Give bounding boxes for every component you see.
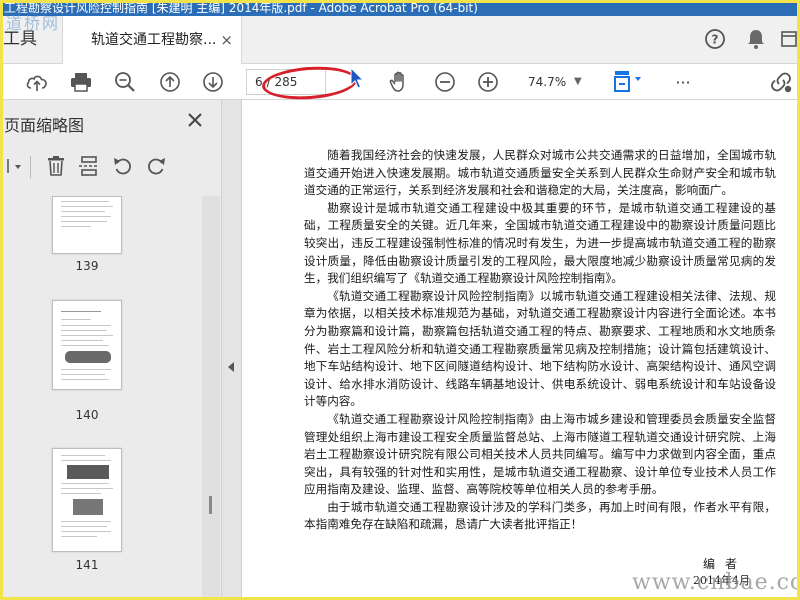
sidebar-toolbar bbox=[0, 150, 222, 184]
paragraph: 勘察设计是城市轨道交通工程建设中极其重要的环节，是城市轨道交通工程建设的基础，工… bbox=[304, 200, 776, 286]
page-thumbnail[interactable] bbox=[52, 448, 122, 552]
sidebar-title: 页面缩略图 bbox=[4, 116, 85, 135]
paragraph: 《轨道交通工程勘察设计风险控制指南》由上海市城乡建设和管理委员会质量安全监督管理… bbox=[304, 411, 776, 497]
next-page-icon[interactable] bbox=[200, 69, 226, 95]
zoom-search-icon[interactable] bbox=[112, 69, 138, 95]
watermark-bottom: www.cnbae.com bbox=[632, 570, 800, 595]
window-title-bar: 工程勘察设计风险控制指南 [朱建明 主编] 2014年版.pdf - Adobe… bbox=[0, 0, 800, 16]
zoom-out-icon[interactable] bbox=[432, 69, 458, 95]
sidebar-scrollbar[interactable] bbox=[202, 196, 220, 600]
sidebar-header: 页面缩略图 bbox=[0, 100, 222, 146]
options-chevron-down-icon[interactable] bbox=[4, 154, 28, 178]
share-link-icon[interactable] bbox=[768, 69, 794, 95]
paragraph: 由于城市轨道交通工程勘察设计涉及的学科门类多，再加上时间有限，作者水平有限，本指… bbox=[304, 499, 776, 532]
page-display-icon[interactable] bbox=[610, 69, 646, 95]
paragraph: 《轨道交通工程勘察设计风险控制指南》以城市轨道交通工程建设相关法律、法规、规章为… bbox=[304, 288, 776, 409]
upload-cloud-icon[interactable] bbox=[24, 69, 50, 95]
svg-text:?: ? bbox=[712, 33, 719, 47]
document-body: 随着我国经济社会的快速发展，人民群众对城市公共交通需求的日益增加，全国城市轨道交… bbox=[304, 147, 776, 534]
page-thumbnail[interactable] bbox=[52, 196, 122, 254]
thumbnail-label: 139 bbox=[75, 259, 99, 273]
previous-page-icon[interactable] bbox=[157, 69, 183, 95]
mouse-cursor-icon bbox=[350, 67, 364, 89]
thumbnail-sidebar: 页面缩略图 139 140 141 bbox=[0, 100, 222, 600]
watermark-top: 道桥网 bbox=[6, 14, 61, 33]
tab-bar: 工具 轨道交通工程勘察... × ? bbox=[0, 16, 800, 64]
scrollbar-grip[interactable] bbox=[209, 496, 212, 514]
chevron-down-icon[interactable]: ▼ bbox=[574, 71, 582, 93]
thumbnail-list: 139 140 141 bbox=[0, 196, 202, 600]
collapse-arrow-icon[interactable] bbox=[228, 362, 234, 372]
zoom-in-icon[interactable] bbox=[475, 69, 501, 95]
page-thumbnail[interactable] bbox=[52, 300, 122, 390]
bell-icon[interactable] bbox=[743, 26, 769, 52]
toolbar-divider bbox=[30, 156, 31, 178]
main-toolbar: 6/ 285 74.7% ▼ ··· bbox=[0, 64, 800, 100]
close-tab-icon[interactable]: × bbox=[220, 16, 233, 64]
close-icon[interactable] bbox=[185, 110, 205, 130]
delete-trash-icon[interactable] bbox=[44, 154, 68, 178]
help-icon[interactable]: ? bbox=[702, 26, 728, 52]
hand-tool-icon[interactable] bbox=[387, 69, 413, 95]
rotate-left-icon[interactable] bbox=[111, 154, 135, 178]
panel-splitter[interactable] bbox=[222, 100, 242, 600]
thumbnail-label: 140 bbox=[75, 408, 99, 422]
print-icon[interactable] bbox=[68, 69, 94, 95]
more-tools-icon[interactable]: ··· bbox=[670, 69, 696, 95]
rotate-right-icon[interactable] bbox=[144, 154, 168, 178]
sidebar-toggle-icon[interactable] bbox=[776, 26, 800, 52]
tab-document-label: 轨道交通工程勘察... bbox=[91, 32, 217, 48]
paragraph: 随着我国经济社会的快速发展，人民群众对城市公共交通需求的日益增加，全国城市轨道交… bbox=[304, 148, 776, 198]
current-page-value: 6 bbox=[255, 75, 263, 89]
extract-pages-icon[interactable] bbox=[77, 154, 101, 178]
thumbnail-label: 141 bbox=[75, 558, 99, 572]
tab-document[interactable]: 轨道交通工程勘察... × bbox=[62, 16, 242, 64]
document-viewer[interactable]: 随着我国经济社会的快速发展，人民群众对城市公共交通需求的日益增加，全国城市轨道交… bbox=[243, 100, 800, 600]
